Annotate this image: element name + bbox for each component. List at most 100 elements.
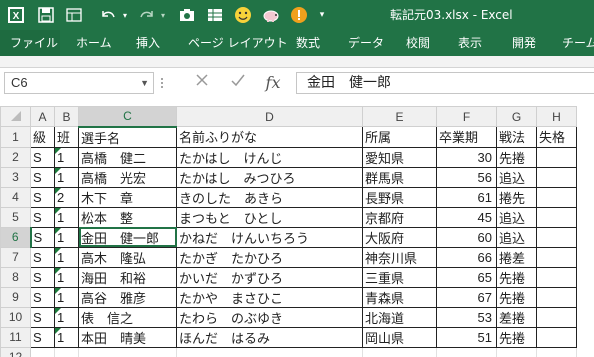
cell-c8[interactable]: 海田 和裕 (78, 266, 177, 288)
cell-f5[interactable]: 45 (436, 206, 497, 228)
cell-b1[interactable]: 班 (54, 126, 79, 148)
row-header[interactable]: 8 (0, 266, 31, 288)
row-header[interactable]: 7 (0, 246, 31, 268)
cell-h9[interactable] (536, 286, 577, 308)
cell-d8[interactable]: かいだ かずひろ (176, 266, 363, 288)
cell-g1[interactable]: 戦法 (496, 126, 537, 148)
cell-f11[interactable]: 51 (436, 326, 497, 348)
tab-insert[interactable]: 挿入 (136, 30, 160, 56)
chevron-down-icon[interactable]: ▼ (140, 73, 149, 93)
row-header[interactable]: 3 (0, 166, 31, 188)
cell-e12[interactable] (362, 346, 437, 357)
cancel-icon[interactable] (188, 72, 216, 94)
cell-d10[interactable]: たわら のぶゆき (176, 306, 363, 328)
cell-e5[interactable]: 京都府 (362, 206, 437, 228)
cell-h1[interactable]: 失格 (536, 126, 577, 148)
undo-dropdown-icon[interactable]: ▾ (120, 4, 130, 26)
cell-e10[interactable]: 北海道 (362, 306, 437, 328)
formula-input[interactable]: 金田 健一郎 (296, 72, 594, 94)
cell-e9[interactable]: 青森県 (362, 286, 437, 308)
cell-b4[interactable]: 2 (54, 186, 79, 208)
cell-f4[interactable]: 61 (436, 186, 497, 208)
cell-g10[interactable]: 差捲 (496, 306, 537, 328)
cell-b7[interactable]: 1 (54, 246, 79, 268)
cell-c5[interactable]: 松本 整 (78, 206, 177, 228)
column-header[interactable]: E (362, 106, 437, 127)
cell-a7[interactable]: S (30, 246, 55, 268)
column-header[interactable]: C (78, 106, 177, 128)
cell-h5[interactable] (536, 206, 577, 228)
row-header[interactable]: 10 (0, 306, 31, 328)
cell-g5[interactable]: 追込 (496, 206, 537, 228)
cell-h12[interactable] (536, 346, 577, 357)
cell-d11[interactable]: ほんだ はるみ (176, 326, 363, 348)
cell-g12[interactable] (496, 346, 537, 357)
cell-g3[interactable]: 追込 (496, 166, 537, 188)
cell-c11[interactable]: 本田 晴美 (78, 326, 177, 348)
layout-icon[interactable] (64, 4, 84, 26)
cell-f2[interactable]: 30 (436, 146, 497, 168)
undo-icon[interactable] (96, 4, 120, 26)
cell-b11[interactable]: 1 (54, 326, 79, 348)
formula-bar-grip-icon[interactable] (160, 74, 164, 92)
redo-dropdown-icon[interactable]: ▾ (158, 4, 168, 26)
cell-c4[interactable]: 木下 章 (78, 186, 177, 208)
cell-a9[interactable]: S (30, 286, 55, 308)
cell-g4[interactable]: 捲先 (496, 186, 537, 208)
cell-e7[interactable]: 神奈川県 (362, 246, 437, 268)
cell-b10[interactable]: 1 (54, 306, 79, 328)
warning-icon[interactable] (288, 4, 310, 26)
select-all-corner[interactable] (0, 106, 31, 127)
cell-g8[interactable]: 先捲 (496, 266, 537, 288)
cell-e11[interactable]: 岡山県 (362, 326, 437, 348)
cell-d3[interactable]: たかはし みつひろ (176, 166, 363, 188)
row-header[interactable]: 11 (0, 326, 31, 348)
cell-b3[interactable]: 1 (54, 166, 79, 188)
customize-icon[interactable]: ▾ (316, 4, 328, 26)
name-box[interactable]: C6 ▼ (4, 72, 154, 94)
cell-f1[interactable]: 卒業期 (436, 126, 497, 148)
cell-b6[interactable]: 1 (54, 226, 79, 248)
cell-a6[interactable]: S (30, 226, 55, 248)
cell-h7[interactable] (536, 246, 577, 268)
cell-f6[interactable]: 60 (436, 226, 497, 248)
cell-h3[interactable] (536, 166, 577, 188)
cell-e4[interactable]: 長野県 (362, 186, 437, 208)
column-header[interactable]: D (176, 106, 363, 127)
cell-c12[interactable] (78, 346, 177, 357)
cell-f7[interactable]: 66 (436, 246, 497, 268)
cell-h4[interactable] (536, 186, 577, 208)
cell-f9[interactable]: 67 (436, 286, 497, 308)
cell-b5[interactable]: 1 (54, 206, 79, 228)
cell-d4[interactable]: きのした あきら (176, 186, 363, 208)
cell-d1[interactable]: 名前ふりがな (176, 126, 363, 148)
cell-h8[interactable] (536, 266, 577, 288)
cell-d9[interactable]: たかや まさひこ (176, 286, 363, 308)
cell-a1[interactable]: 級 (30, 126, 55, 148)
cell-a11[interactable]: S (30, 326, 55, 348)
cell-c6[interactable]: 金田 健一郎 (78, 226, 177, 248)
row-header[interactable]: 2 (0, 146, 31, 168)
insert-function-button[interactable]: fx (258, 72, 288, 94)
camera-icon[interactable] (176, 4, 198, 26)
column-header[interactable]: F (436, 106, 497, 127)
cell-g7[interactable]: 捲差 (496, 246, 537, 268)
row-header[interactable]: 1 (0, 126, 31, 148)
cell-d12[interactable] (176, 346, 363, 357)
row-header[interactable]: 6 (0, 226, 32, 248)
tab-home[interactable]: ホーム (76, 30, 112, 56)
cell-c1[interactable]: 選手名 (78, 126, 177, 148)
row-header[interactable]: 4 (0, 186, 31, 208)
save-icon[interactable] (36, 4, 56, 26)
cell-g6[interactable]: 追込 (496, 226, 537, 248)
cell-h2[interactable] (536, 146, 577, 168)
column-header[interactable]: B (54, 106, 79, 127)
cell-a2[interactable]: S (30, 146, 55, 168)
smiley-icon[interactable] (232, 4, 254, 26)
column-header[interactable]: A (30, 106, 55, 127)
cell-a10[interactable]: S (30, 306, 55, 328)
cell-e2[interactable]: 愛知県 (362, 146, 437, 168)
cell-b12[interactable] (54, 346, 79, 357)
tab-file[interactable]: ファイル (0, 30, 60, 56)
cell-c7[interactable]: 高木 隆弘 (78, 246, 177, 268)
